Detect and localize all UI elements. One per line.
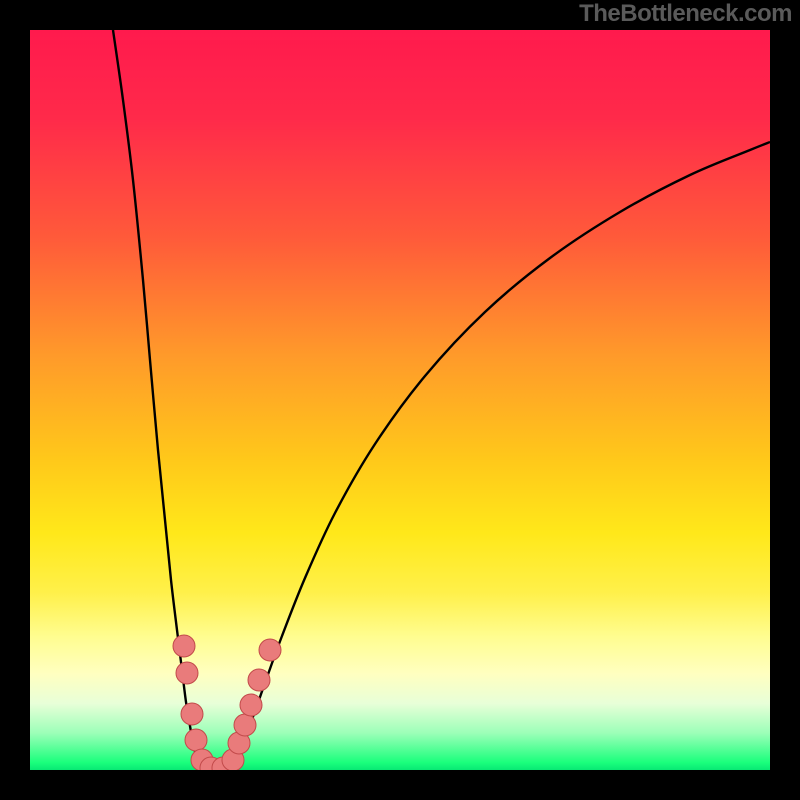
bead-markers: [173, 635, 281, 770]
bead-marker: [185, 729, 207, 751]
bead-marker: [248, 669, 270, 691]
bead-marker: [176, 662, 198, 684]
curve-overlay: [30, 30, 770, 770]
bottleneck-curve: [113, 30, 770, 770]
bead-marker: [259, 639, 281, 661]
plot-area: [30, 30, 770, 770]
bead-marker: [173, 635, 195, 657]
watermark-text: TheBottleneck.com: [579, 2, 792, 26]
outer-frame: { "watermark": "TheBottleneck.com", "col…: [0, 0, 800, 800]
bead-marker: [240, 694, 262, 716]
bead-marker: [181, 703, 203, 725]
bead-marker: [234, 714, 256, 736]
